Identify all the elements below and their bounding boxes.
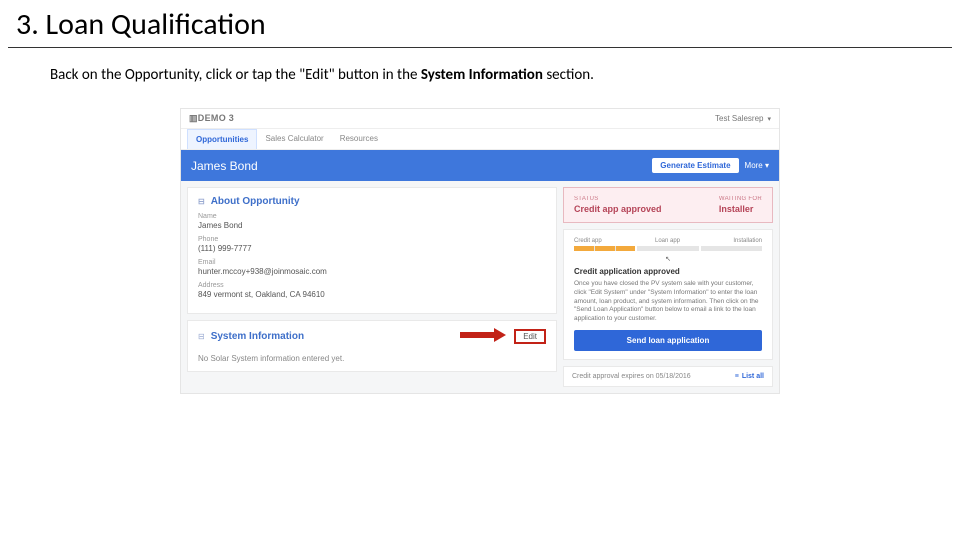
progress-step-credit: Credit app bbox=[574, 238, 602, 244]
list-all-label: List all bbox=[742, 373, 764, 380]
about-title: About Opportunity bbox=[211, 196, 300, 207]
list-all-link[interactable]: ≡ List all bbox=[735, 373, 764, 380]
app-logo: ▥DEMO 3 bbox=[189, 113, 234, 124]
phone-value: (111) 999-7777 bbox=[198, 243, 546, 253]
opportunity-header: James Bond Generate Estimate More ▾ bbox=[181, 150, 779, 181]
main-content: ⊟ About Opportunity Name James Bond Phon… bbox=[181, 181, 779, 393]
user-menu[interactable]: Test Salesrep ▾ bbox=[715, 114, 771, 123]
list-icon: ≡ bbox=[735, 373, 739, 380]
callout-arrow-icon bbox=[460, 328, 508, 342]
instruction-text-pre: Back on the Opportunity, click or tap th… bbox=[50, 66, 421, 84]
name-label: Name bbox=[198, 213, 546, 220]
collapse-icon[interactable]: ⊟ bbox=[198, 332, 205, 341]
progress-card: Credit app Loan app Installation ↖ Credi… bbox=[563, 229, 773, 360]
status-value: Credit app approved bbox=[574, 204, 662, 214]
section-heading: 3. Loan Qualification bbox=[8, 0, 952, 48]
name-value: James Bond bbox=[198, 220, 546, 230]
tab-resources[interactable]: Resources bbox=[332, 129, 386, 149]
collapse-icon[interactable]: ⊟ bbox=[198, 197, 205, 206]
progress-body: Once you have closed the PV system sale … bbox=[574, 280, 762, 324]
progress-bar bbox=[574, 246, 762, 251]
phone-label: Phone bbox=[198, 236, 546, 243]
tab-opportunities[interactable]: Opportunities bbox=[187, 129, 257, 149]
instruction-text-strong: System Information bbox=[421, 66, 543, 84]
waiting-for-label: WAITING FOR bbox=[719, 196, 762, 202]
credit-expiry-row: Credit approval expires on 05/18/2016 ≡ … bbox=[563, 366, 773, 387]
opportunity-name: James Bond bbox=[191, 159, 258, 173]
generate-estimate-button[interactable]: Generate Estimate bbox=[652, 158, 738, 173]
address-label: Address bbox=[198, 282, 546, 289]
about-opportunity-card: ⊟ About Opportunity Name James Bond Phon… bbox=[187, 187, 557, 314]
status-card: STATUS Credit app approved WAITING FOR I… bbox=[563, 187, 773, 223]
waiting-for-value: Installer bbox=[719, 204, 762, 214]
embedded-screenshot: ▥DEMO 3 Test Salesrep ▾ Opportunities Sa… bbox=[180, 108, 780, 394]
system-empty-message: No Solar System information entered yet. bbox=[198, 354, 546, 363]
user-name: Test Salesrep bbox=[715, 114, 763, 123]
instruction-paragraph: Back on the Opportunity, click or tap th… bbox=[0, 48, 960, 84]
tab-sales-calculator[interactable]: Sales Calculator bbox=[257, 129, 331, 149]
email-label: Email bbox=[198, 259, 546, 266]
nav-tabs: Opportunities Sales Calculator Resources bbox=[181, 129, 779, 150]
more-menu[interactable]: More ▾ bbox=[745, 161, 769, 170]
cursor-icon: ↖ bbox=[574, 255, 762, 263]
chevron-down-icon: ▾ bbox=[767, 115, 771, 123]
progress-step-install: Installation bbox=[733, 238, 762, 244]
system-information-card: ⊟ System Information Edit No Solar Syste… bbox=[187, 320, 557, 372]
progress-step-loan: Loan app bbox=[655, 238, 680, 244]
send-loan-application-button[interactable]: Send loan application bbox=[574, 330, 762, 351]
edit-system-button[interactable]: Edit bbox=[514, 329, 546, 344]
credit-expiry-text: Credit approval expires on 05/18/2016 bbox=[572, 373, 691, 380]
instruction-text-post: section. bbox=[543, 66, 594, 84]
app-topbar: ▥DEMO 3 Test Salesrep ▾ bbox=[181, 109, 779, 129]
progress-title: Credit application approved bbox=[574, 267, 762, 276]
email-value: hunter.mccoy+938@joinmosaic.com bbox=[198, 266, 546, 276]
status-label: STATUS bbox=[574, 196, 662, 202]
address-value: 849 vermont st, Oakland, CA 94610 bbox=[198, 289, 546, 299]
